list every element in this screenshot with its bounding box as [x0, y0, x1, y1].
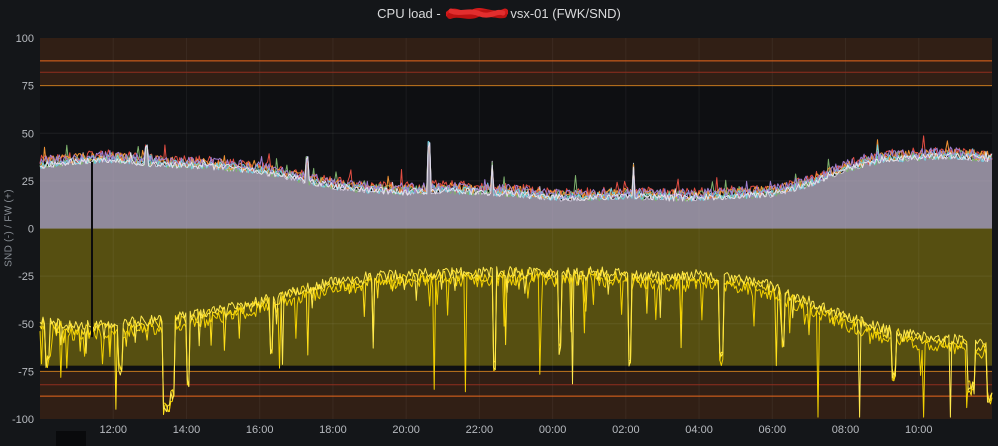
y-tick-label: -100	[12, 414, 34, 426]
y-tick-label: 75	[22, 81, 34, 93]
y-tick-label: 100	[16, 33, 34, 45]
y-axis-title: SND (-) / FW (+)	[3, 189, 15, 267]
y-tick-label: 0	[28, 224, 34, 236]
x-tick-label: 02:00	[612, 424, 640, 436]
chart-canvas[interactable]: 100 75 50 25 0 -25 -50 -75 -100 12:00 14:00 16:00 18…	[0, 0, 998, 446]
y-tick-label: -25	[18, 271, 34, 283]
y-tick-label: 25	[22, 176, 34, 188]
x-tick-label: 22:00	[466, 424, 494, 436]
x-tick-label: 06:00	[759, 424, 787, 436]
threshold-band	[40, 228, 992, 366]
x-tick-label: 20:00	[392, 424, 420, 436]
corner-artifact	[56, 431, 86, 446]
y-tick-label: -50	[18, 319, 34, 331]
panel-title-prefix: CPU load -	[377, 6, 445, 21]
x-tick-label: 08:00	[832, 424, 860, 436]
y-tick-label: 50	[22, 128, 34, 140]
grafana-panel: CPU load - vsx-01 (FWK/SND) SND (-) / FW…	[0, 0, 998, 446]
threshold-band	[40, 38, 992, 86]
x-tick-label: 14:00	[173, 424, 201, 436]
x-tick-label: 16:00	[246, 424, 274, 436]
x-tick-label: 10:00	[905, 424, 933, 436]
x-tick-label: 12:00	[99, 424, 127, 436]
x-tick-label: 00:00	[539, 424, 567, 436]
panel-title-suffix: vsx-01 (FWK/SND)	[510, 6, 621, 21]
y-tick-label: -75	[18, 366, 34, 378]
threshold-band	[40, 371, 992, 419]
x-tick-label: 04:00	[685, 424, 713, 436]
panel-title[interactable]: CPU load - vsx-01 (FWK/SND)	[0, 5, 998, 23]
x-tick-label: 18:00	[319, 424, 347, 436]
redaction-scribble	[445, 8, 509, 19]
